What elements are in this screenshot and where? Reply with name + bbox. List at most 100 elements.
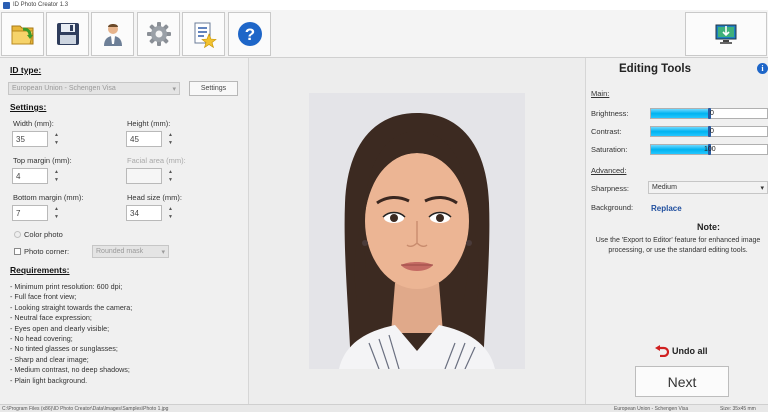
next-button[interactable]: Next — [635, 366, 729, 397]
brightness-value: 0 — [710, 110, 714, 117]
id-type-value: European Union - Schengen Visa — [12, 85, 116, 92]
saturation-fill — [651, 145, 709, 154]
chevron-down-icon: ▾ — [172, 85, 176, 93]
requirements-list: - Minimum print resolution: 600 dpi; - F… — [10, 282, 132, 386]
arrow-up-icon[interactable]: ▲ — [52, 168, 61, 176]
arrow-up-icon[interactable]: ▲ — [52, 205, 61, 213]
head-size-stepper[interactable]: ▲ ▼ — [166, 205, 175, 221]
head-size-label: Head size (mm): — [127, 193, 183, 202]
top-margin-input[interactable]: 4 — [12, 168, 48, 184]
list-item: - Eyes open and clearly visible; — [10, 323, 110, 333]
arrow-down-icon[interactable]: ▼ — [166, 139, 175, 147]
title-bar: ID Photo Creator 1.3 — [0, 0, 768, 10]
contrast-fill — [651, 127, 709, 136]
portrait-photo[interactable] — [309, 93, 525, 369]
list-item: - Full face front view; — [10, 292, 77, 302]
settings-button[interactable] — [137, 12, 180, 56]
photo-corner-select: Rounded mask ▾ — [92, 245, 169, 258]
list-item: - Looking straight towards the camera; — [10, 302, 133, 312]
saturation-slider[interactable]: 100 — [650, 144, 768, 155]
id-type-header: ID type: — [10, 65, 42, 75]
editing-tools-title: Editing Tools — [619, 63, 691, 75]
list-item: - No tinted glasses or sunglasses; — [10, 344, 118, 354]
facial-area-input — [126, 168, 162, 184]
list-item: - Minimum print resolution: 600 dpi; — [10, 282, 123, 291]
contrast-slider[interactable]: 0 — [650, 126, 768, 137]
info-icon[interactable]: i — [757, 63, 768, 74]
color-photo-radio[interactable] — [14, 231, 21, 238]
export-document-icon — [194, 22, 217, 48]
arrow-up-icon[interactable]: ▲ — [166, 205, 175, 213]
monitor-icon — [715, 24, 737, 44]
height-input[interactable]: 45 — [126, 131, 162, 147]
status-size: Size: 35x45 mm — [720, 406, 756, 412]
photo-corner-label: Photo corner: — [24, 247, 70, 256]
settings-header: Settings: — [10, 102, 47, 112]
arrow-down-icon[interactable]: ▼ — [52, 213, 61, 221]
top-margin-stepper[interactable]: ▲ ▼ — [52, 168, 61, 184]
sharpness-value: Medium — [652, 184, 677, 191]
sharpness-select[interactable]: Medium ▾ — [648, 181, 768, 194]
sharpness-label: Sharpness: — [591, 184, 629, 193]
select-person-button[interactable] — [91, 12, 134, 56]
list-item: - Plain light background. — [10, 375, 88, 385]
export-to-editor-button[interactable] — [182, 12, 225, 56]
note-title: Note: — [697, 222, 720, 232]
chevron-down-icon: ▾ — [161, 248, 165, 256]
svg-text:?: ? — [244, 25, 254, 44]
id-type-select[interactable]: European Union - Schengen Visa ▾ — [8, 82, 180, 95]
width-stepper[interactable]: ▲ ▼ — [52, 131, 61, 147]
bottom-margin-input[interactable]: 7 — [12, 205, 48, 221]
replace-background-link[interactable]: Replace — [651, 204, 682, 213]
facial-area-stepper: ▲ ▼ — [166, 168, 175, 184]
floppy-disk-icon — [56, 23, 79, 45]
note-text: Use the 'Export to Editor' feature for e… — [595, 237, 761, 254]
list-item: - Medium contrast, no deep shadows; — [10, 365, 130, 375]
window-title: ID Photo Creator 1.3 — [13, 2, 69, 8]
photo-corner-checkbox[interactable] — [14, 248, 21, 255]
facial-area-label: Facial area (mm): — [127, 156, 186, 165]
arrow-down-icon[interactable]: ▼ — [52, 176, 61, 184]
list-item: - No head covering; — [10, 334, 73, 344]
arrow-down-icon[interactable]: ▼ — [166, 213, 175, 221]
toolbar: ? — [0, 10, 768, 58]
head-size-input[interactable]: 34 — [126, 205, 162, 221]
contrast-label: Contrast: — [591, 127, 622, 136]
bottom-margin-stepper[interactable]: ▲ ▼ — [52, 205, 61, 221]
height-label: Height (mm): — [127, 119, 171, 128]
brightness-label: Brightness: — [591, 109, 629, 118]
color-photo-label: Color photo — [24, 230, 63, 239]
help-button[interactable]: ? — [228, 12, 271, 56]
help-icon: ? — [237, 22, 262, 46]
portrait-image — [309, 93, 525, 369]
save-photo-button[interactable] — [46, 12, 89, 56]
saturation-label: Saturation: — [591, 145, 628, 154]
status-bar: C:\Program Files (x86)\ID Photo Creator\… — [0, 404, 768, 412]
arrow-down-icon: ▼ — [168, 177, 173, 183]
brightness-slider[interactable]: 0 — [650, 108, 768, 119]
requirements-header: Requirements: — [10, 265, 70, 275]
background-label: Background: — [591, 203, 634, 212]
arrow-up-icon[interactable]: ▲ — [52, 131, 61, 139]
id-settings-button[interactable]: Settings — [189, 81, 238, 96]
app-icon — [3, 1, 10, 9]
advanced-header: Advanced: — [591, 166, 627, 175]
chevron-down-icon: ▾ — [760, 184, 764, 192]
arrow-down-icon[interactable]: ▼ — [52, 139, 61, 147]
monitor-export-button[interactable] — [685, 12, 767, 56]
person-icon — [103, 24, 122, 46]
saturation-value: 100 — [704, 146, 716, 153]
bottom-margin-label: Bottom margin (mm): — [13, 193, 84, 202]
photo-corner-value: Rounded mask — [96, 248, 144, 255]
undo-icon — [655, 345, 669, 357]
height-stepper[interactable]: ▲ ▼ — [166, 131, 175, 147]
list-item: - Sharp and clear image; — [10, 354, 89, 364]
undo-all-button[interactable]: Undo all — [655, 345, 708, 357]
status-id-type: European Union - Schengen Visa — [614, 406, 689, 412]
undo-all-label: Undo all — [672, 346, 708, 356]
arrow-up-icon[interactable]: ▲ — [166, 131, 175, 139]
width-input[interactable]: 35 — [12, 131, 48, 147]
top-margin-label: Top margin (mm): — [13, 156, 72, 165]
arrow-up-icon: ▲ — [168, 169, 173, 175]
open-photo-button[interactable] — [1, 12, 44, 56]
